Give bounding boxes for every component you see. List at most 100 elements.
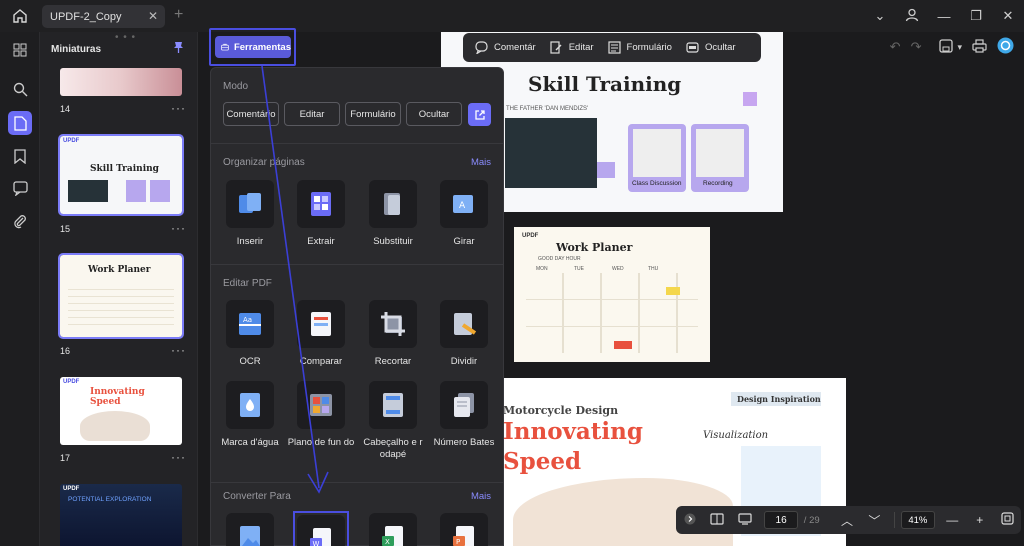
close-tab-icon[interactable]: ✕ [148,9,158,23]
convert-word-tool[interactable]: W [293,511,349,546]
ocr-tool[interactable]: Aa OCR [216,300,284,368]
background-tool[interactable]: Plano de fun do [287,381,355,449]
ocr-icon: Aa [239,313,261,335]
print-button[interactable] [972,38,987,56]
home-button[interactable] [0,0,40,32]
organize-more-link[interactable]: Mais [471,157,491,168]
page-number-input[interactable]: 16 [764,511,798,529]
edit-icon [550,41,562,54]
previous-page-button[interactable]: ︿ [833,512,860,529]
chevron-down-icon[interactable]: ⌄ [864,8,896,24]
comment-mode-button[interactable]: Comentár [469,37,542,59]
card-caption: Class Discussion [632,180,682,187]
convert-more-link[interactable]: Mais [471,491,491,502]
page-more-button[interactable]: ··· [171,101,186,115]
thumb-table [68,283,174,331]
bates-number-tool[interactable]: Número Bates [430,381,498,449]
page-total: / 29 [803,514,820,526]
divider [211,143,503,144]
attachments-button[interactable] [8,209,32,233]
zoom-out-button[interactable]: — [939,513,966,527]
mode-redact-button[interactable]: Ocultar [406,102,462,126]
extract-tool[interactable]: Extrair [287,180,355,248]
thumb-chalkboard [68,180,108,202]
convert-excel-tool[interactable]: X [359,513,427,546]
form-mode-button[interactable]: Formulário [602,37,678,59]
collapse-nav-button[interactable] [676,513,703,528]
thumb-title: Skill Training [90,164,159,174]
undo-button[interactable]: ↶ [890,39,901,55]
thumb-brand: UPDF [63,138,80,144]
fit-page-button[interactable] [993,512,1020,528]
thumbnails-button[interactable] [8,111,32,135]
search-button[interactable] [8,77,32,101]
next-page-button[interactable]: ﹀ [861,512,888,529]
mode-comment-button[interactable]: Comentário [223,102,279,126]
presentation-button[interactable] [731,512,758,528]
save-button[interactable] [939,38,954,56]
design-box-title: Design Inspiration [737,394,821,404]
form-icon [607,41,621,54]
ai-assistant-icon [997,37,1014,54]
document-tab[interactable]: UPDF-2_Copy ✕ [42,5,165,28]
new-tab-button[interactable]: + [174,6,183,24]
zoom-input[interactable]: 41% [901,511,935,529]
thumbnail-page-18[interactable]: UPDF POTENTIAL EXPLORATION [60,484,182,546]
grid-view-button[interactable] [8,38,32,62]
page-layout-button[interactable] [703,512,730,528]
mode-form-button[interactable]: Formulário [345,102,401,126]
tool-tile [226,381,274,429]
minimize-button[interactable]: — [928,9,960,24]
page-more-button[interactable]: ··· [171,343,186,357]
rotate-tool[interactable]: A Girar [430,180,498,248]
thumb-brand: UPDF [63,379,80,385]
thumbnail-page-15[interactable]: UPDF Skill Training [58,134,184,216]
thumbnail-page-16[interactable]: Work Planer [58,253,184,339]
close-window-button[interactable]: ✕ [992,8,1024,24]
ai-assistant-button[interactable] [997,37,1014,57]
tool-tile [226,513,274,546]
convert-image-tool[interactable] [216,513,284,546]
thumbnail-page-14[interactable] [60,68,182,96]
page-more-button[interactable]: ··· [171,450,186,464]
pin-button[interactable] [173,41,184,56]
insert-tool[interactable]: Inserir [216,180,284,248]
watermark-tool[interactable]: Marca d'água [216,381,284,449]
page-brand: UPDF [522,233,539,239]
header-footer-tool[interactable]: Cabeçalho e r odapé [359,381,427,461]
drag-handle[interactable]: • • • [115,32,136,43]
tool-tile: W [297,515,345,546]
page-subtitle: GOOD DAY HOUR [538,256,581,262]
thumb-subtitle: Speed [90,397,121,407]
thumb-card [150,180,170,202]
split-tool[interactable]: Dividir [430,300,498,368]
mode-edit-button[interactable]: Editar [284,102,340,126]
ocr-tool-label: OCR [239,356,261,367]
compare-tool[interactable]: Comparar [287,300,355,368]
split-icon [454,313,477,335]
open-mode-external-button[interactable] [468,103,491,126]
svg-text:W: W [313,540,320,546]
page-subtitle: THE FATHER 'DAN MENDIZS' [506,106,589,112]
page-more-button[interactable]: ··· [171,221,186,235]
page-title: Work Planer [556,241,633,254]
crop-tool[interactable]: Recortar [359,300,427,368]
account-button[interactable] [896,8,928,25]
convert-ppt-tool[interactable]: P [430,513,498,546]
highlight-note [614,341,632,349]
edit-mode-button[interactable]: Editar [544,37,600,59]
redact-mode-button[interactable]: Ocultar [680,37,742,59]
redo-button[interactable]: ↷ [911,39,922,55]
save-dropdown-icon[interactable]: ▾ [957,42,962,53]
divider [211,264,503,265]
zoom-in-button[interactable]: + [966,513,993,527]
pin-icon [174,42,183,53]
restore-button[interactable]: ❐ [960,8,992,24]
tools-button[interactable]: Ferramentas [215,36,291,58]
comments-search-button[interactable] [8,176,32,200]
thumbnail-page-17[interactable]: UPDF Innovating Speed [60,377,182,445]
photo [633,129,681,177]
replace-tool[interactable]: Substituir [359,180,427,248]
extract-pages-icon [311,192,331,216]
bookmarks-button[interactable] [8,144,32,168]
